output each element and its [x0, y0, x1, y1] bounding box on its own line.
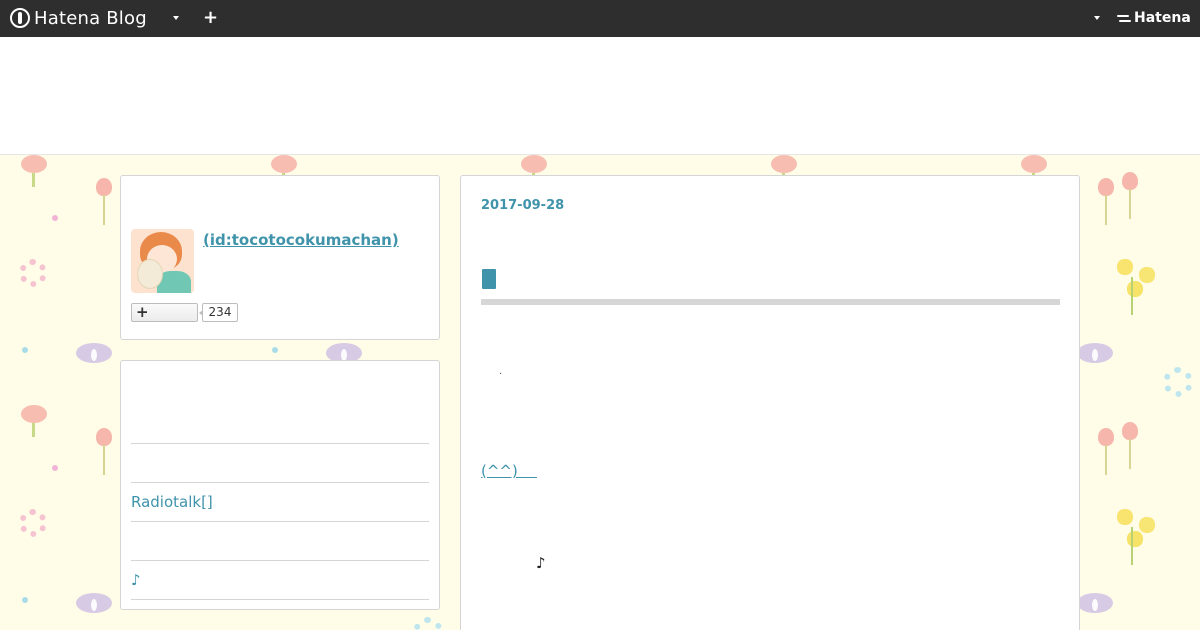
profile-card: (id:tocotocokumachan) + 234 — [120, 175, 440, 340]
body-mark: · — [499, 369, 503, 380]
hatena-logo-text: Hatena — [1134, 10, 1191, 26]
sidebar-links-card: Radiotalk[] ♪ — [120, 360, 440, 610]
plus-icon: + — [136, 303, 149, 321]
sidebar-link-music[interactable]: ♪ — [131, 561, 429, 600]
avatar-bear — [137, 259, 163, 289]
follower-count[interactable]: 234 — [199, 303, 238, 322]
post-date[interactable]: 2017-09-28 — [481, 198, 564, 213]
dot-decoration — [22, 597, 28, 603]
ring-decoration — [413, 617, 443, 630]
tulip-decoration — [1096, 178, 1116, 228]
sidebar-link-radiotalk[interactable]: Radiotalk[] — [131, 483, 429, 522]
blog-header — [0, 37, 1200, 155]
follow-button[interactable]: + — [131, 303, 198, 322]
dot-decoration — [272, 347, 278, 353]
pansy-decoration — [76, 593, 112, 615]
flower-decoration — [1021, 155, 1047, 187]
flower-decoration — [271, 155, 297, 187]
entry-title-marker — [482, 269, 496, 289]
tulip-decoration — [94, 428, 114, 478]
ring-decoration — [19, 259, 47, 287]
dot-decoration — [52, 215, 58, 221]
hatena-blog-logo-icon — [10, 8, 30, 28]
flower-decoration — [771, 155, 797, 187]
hatena-blog-home-link[interactable]: Hatena Blog — [10, 7, 147, 29]
ring-decoration — [1163, 367, 1193, 397]
brand-name: Hatena Blog — [34, 7, 147, 29]
hatena-logo-icon — [1117, 12, 1131, 24]
entry-title-divider — [481, 299, 1060, 305]
tulip-decoration — [94, 178, 114, 228]
dot-decoration — [22, 347, 28, 353]
body-link[interactable]: (^^) — [481, 462, 537, 480]
avatar[interactable] — [131, 229, 194, 293]
yellow-flower-decoration — [1117, 509, 1157, 569]
article-card: 2017-09-28 · (^^) ♪ — [460, 175, 1080, 630]
pansy-decoration — [1077, 593, 1113, 615]
top-bar: Hatena Blog + Hatena — [0, 0, 1200, 37]
profile-name-link[interactable]: (id:tocotocokumachan) — [203, 231, 399, 249]
pansy-decoration — [1077, 343, 1113, 365]
sidebar-link-item[interactable] — [131, 522, 429, 561]
new-post-plus-icon[interactable]: + — [203, 9, 218, 27]
sidebar-link-item[interactable] — [131, 405, 429, 444]
dot-decoration — [52, 465, 58, 471]
hatena-logo-link[interactable]: Hatena — [1117, 10, 1191, 26]
tulip-decoration — [1120, 422, 1140, 472]
body-music-note: ♪ — [536, 554, 546, 572]
flower-decoration — [521, 155, 547, 187]
tulip-decoration — [1096, 428, 1116, 478]
flower-decoration — [21, 405, 47, 437]
pansy-decoration — [76, 343, 112, 365]
blog-menu-chevron-down-icon[interactable] — [172, 13, 182, 23]
user-menu-chevron-down-icon[interactable] — [1093, 13, 1103, 23]
ring-decoration — [19, 509, 47, 537]
sidebar-link-item[interactable] — [131, 444, 429, 483]
flower-decoration — [21, 155, 47, 187]
yellow-flower-decoration — [1117, 259, 1157, 319]
tulip-decoration — [1120, 172, 1140, 222]
